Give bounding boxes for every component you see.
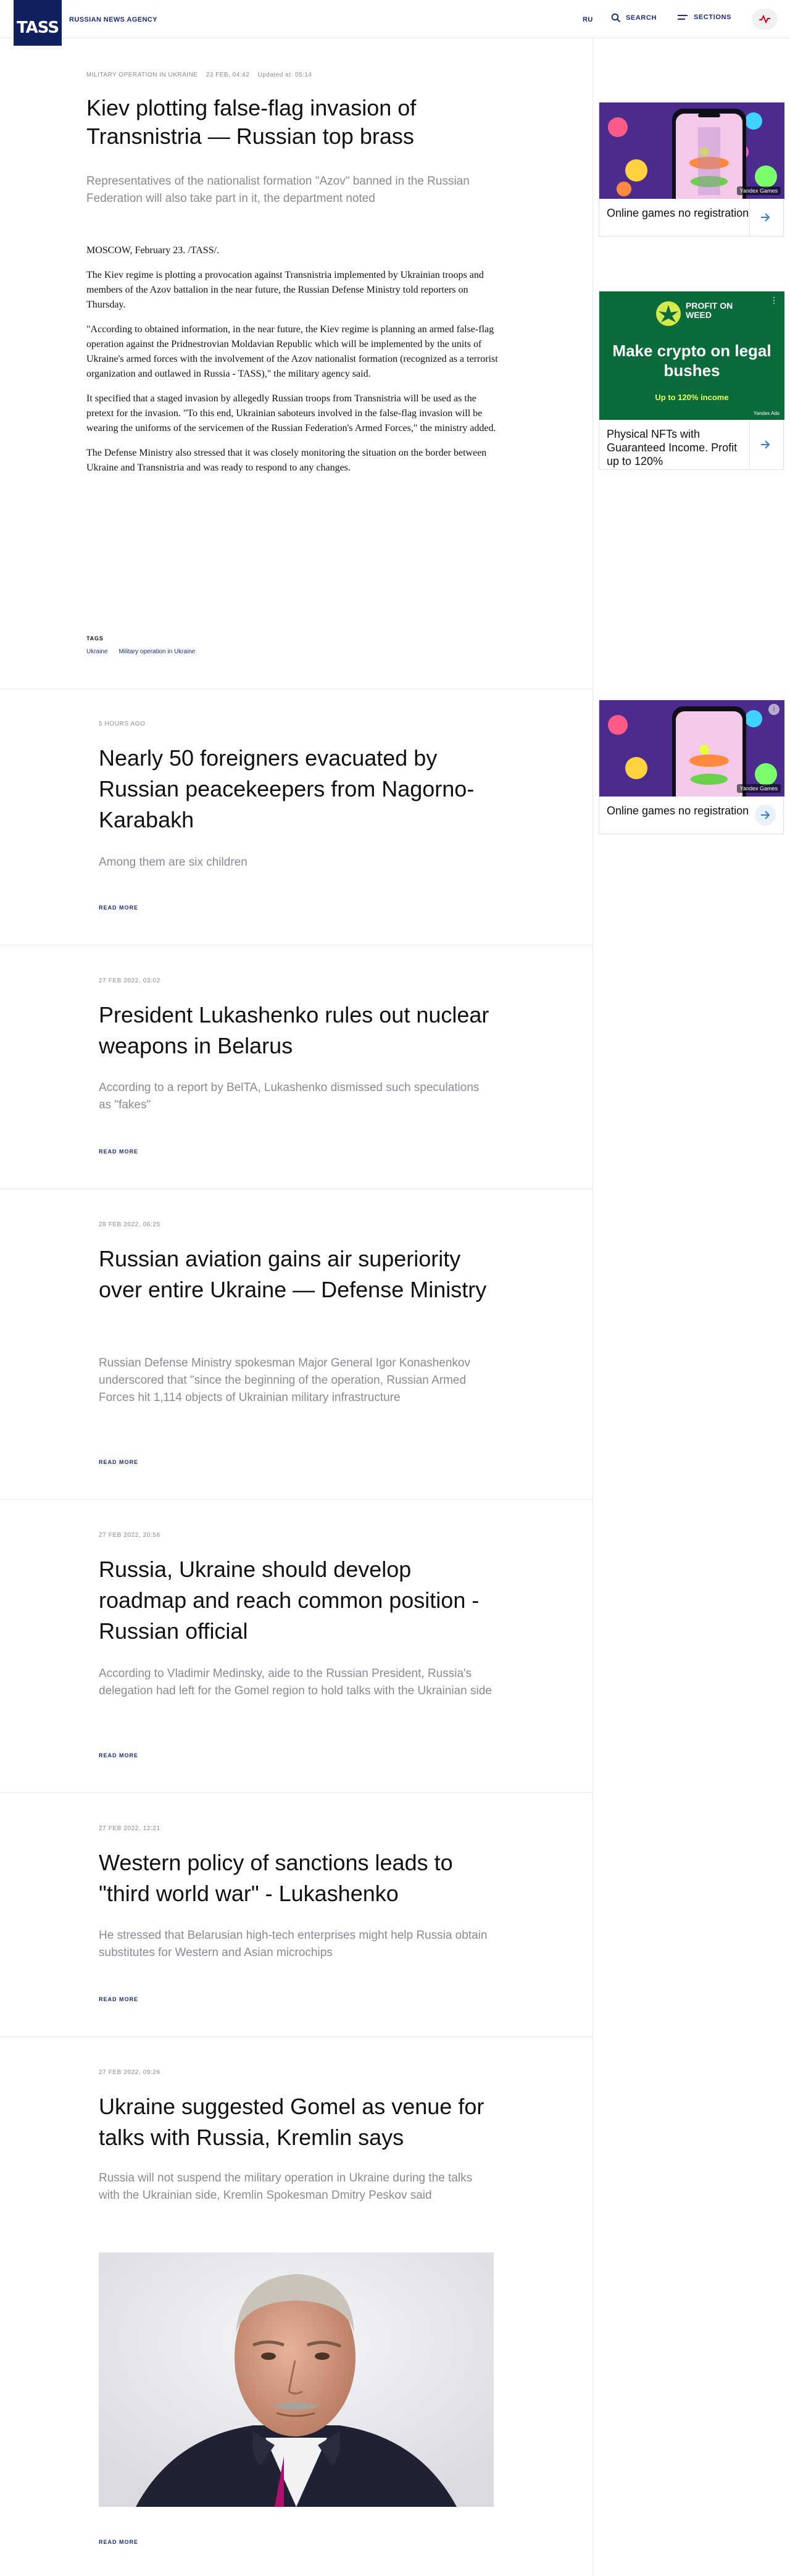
article-paragraph: The Defense Ministry also stressed that … xyxy=(86,448,487,473)
news-photo[interactable] xyxy=(99,2252,494,2507)
column-divider xyxy=(592,38,593,2576)
ad-image: PROFIT ON WEED Make crypto on legal bush… xyxy=(599,291,784,420)
info-icon[interactable]: i xyxy=(768,704,780,715)
ad-title-area: Online games no registration xyxy=(599,797,783,834)
news-title[interactable]: President Lukashenko rules out nuclear w… xyxy=(99,1000,494,1061)
article-updated: Updated at: 05:14 xyxy=(257,72,312,78)
ad-separator xyxy=(749,420,750,469)
news-lead: According to Vladimir Medinsky, aide to … xyxy=(99,1667,492,1697)
ad-badge: Yandex Ads xyxy=(753,411,780,416)
news-lead: Russian Defense Ministry spokesman Major… xyxy=(99,1357,470,1404)
ad-image: Yandex Games xyxy=(599,102,784,199)
read-more-link[interactable]: READ MORE xyxy=(99,1459,138,1465)
news-date: 27 FEB 2022, 20:56 xyxy=(99,1532,160,1539)
news-date: 27 FEB 2022, 12:21 xyxy=(99,1825,160,1832)
article-category[interactable]: MILITARY OPERATION IN UKRAINE xyxy=(86,72,198,78)
sections-label: SECTIONS xyxy=(694,14,732,21)
news-title[interactable]: Nearly 50 foreigners evacuated by Russia… xyxy=(99,743,494,835)
section-divider xyxy=(0,1792,592,1793)
ad-title: Physical NFTs with Guaranteed Income. Pr… xyxy=(607,428,738,467)
ad-badge: Yandex Games xyxy=(736,186,781,195)
article-date: 23 FEB, 04:42 xyxy=(206,72,250,78)
ad-card[interactable]: PROFIT ON WEED Make crypto on legal bush… xyxy=(599,291,784,470)
read-more-link[interactable]: READ MORE xyxy=(99,1996,138,2002)
news-title[interactable]: Russian aviation gains air superiority o… xyxy=(99,1244,494,1305)
language-switch[interactable]: RU xyxy=(583,16,593,23)
agency-name: RUSSIAN NEWS AGENCY xyxy=(69,16,157,23)
section-divider xyxy=(0,2036,592,2037)
tag-link[interactable]: Military operation in Ukraine xyxy=(118,648,195,655)
article-paragraph: It specified that a staged invasion by a… xyxy=(86,393,496,433)
more-options-icon[interactable]: ⋮ xyxy=(770,295,778,306)
site-header: TASS RUSSIAN NEWS AGENCY RU SEARCH SECTI… xyxy=(0,0,790,46)
ad-card[interactable]: i Yandex Games Online games no registrat… xyxy=(599,700,784,834)
read-more-link[interactable]: READ MORE xyxy=(99,1752,138,1758)
ad-title: Online games no registration xyxy=(607,805,749,817)
news-lead: Russia will not suspend the military ope… xyxy=(99,2172,473,2202)
article-meta: MILITARY OPERATION IN UKRAINE 23 FEB, 04… xyxy=(86,72,312,78)
ad-go-button[interactable] xyxy=(755,805,776,826)
arrow-right-icon xyxy=(761,440,770,449)
live-feed-button[interactable] xyxy=(752,9,778,30)
read-more-link[interactable]: READ MORE xyxy=(99,2539,138,2545)
tags-list: Ukraine Military operation in Ukraine xyxy=(86,648,195,655)
ad-title: Online games no registration xyxy=(607,207,749,219)
ad-brand: PROFIT ON WEED xyxy=(686,301,733,320)
article-paragraph: "According to obtained information, in t… xyxy=(86,324,498,379)
ad-card[interactable]: Yandex Games Online games no registratio… xyxy=(599,102,784,236)
game-ad-graphic xyxy=(599,700,784,797)
news-lead: Among them are six children xyxy=(99,856,247,869)
ad-title-area: Online games no registration xyxy=(599,199,783,236)
news-date: 28 FEB 2022, 06:25 xyxy=(99,1221,160,1228)
ad-go-button[interactable] xyxy=(755,207,776,228)
arrow-right-icon xyxy=(761,811,770,819)
article-paragraph: The Kiev regime is plotting a provocatio… xyxy=(86,270,484,310)
ad-go-button[interactable] xyxy=(755,434,776,455)
ad-title-area: Physical NFTs with Guaranteed Income. Pr… xyxy=(599,420,783,469)
game-ad-graphic xyxy=(599,102,784,199)
article-lead: Representatives of the nationalist forma… xyxy=(86,175,470,205)
portrait-image xyxy=(99,2252,494,2507)
ad-separator xyxy=(749,199,750,236)
news-date: 27 FEB 2022, 03:02 xyxy=(99,977,160,984)
search-button[interactable]: SEARCH xyxy=(611,13,657,23)
article-body: MOSCOW, February 23. /TASS/. The Kiev re… xyxy=(86,243,506,485)
article-title: Kiev plotting false-flag invasion of Tra… xyxy=(86,95,417,149)
read-more-link[interactable]: READ MORE xyxy=(99,1148,138,1155)
section-divider xyxy=(0,1499,592,1500)
arrow-right-icon xyxy=(761,213,770,222)
section-divider xyxy=(0,688,592,689)
news-lead: According to a report by BelTA, Lukashen… xyxy=(99,1081,480,1111)
menu-icon xyxy=(678,15,688,20)
article-paragraph: MOSCOW, February 23. /TASS/. xyxy=(86,245,220,256)
tag-link[interactable]: Ukraine xyxy=(86,648,107,655)
tags-label: TAGS xyxy=(86,635,104,642)
search-icon xyxy=(611,13,621,23)
news-title[interactable]: Western policy of sanctions leads to "th… xyxy=(99,1847,494,1909)
ad-badge: Yandex Games xyxy=(736,784,781,793)
news-lead: He stressed that Belarusian high-tech en… xyxy=(99,1929,488,1959)
pulse-icon xyxy=(759,15,770,23)
tass-logo[interactable]: TASS xyxy=(14,0,62,46)
search-label: SEARCH xyxy=(626,14,657,22)
ad-headline: Make crypto on legal bushes xyxy=(612,341,771,380)
news-date: 5 HOURS AGO xyxy=(99,721,146,727)
ad-subline: Up to 120% income xyxy=(655,393,729,402)
news-date: 27 FEB 2022, 09:26 xyxy=(99,2069,160,2076)
news-title[interactable]: Ukraine suggested Gomel as venue for tal… xyxy=(99,2091,494,2153)
ad-image: i Yandex Games xyxy=(599,700,784,797)
sections-button[interactable]: SECTIONS xyxy=(678,13,731,22)
read-more-link[interactable]: READ MORE xyxy=(99,905,138,911)
news-title[interactable]: Russia, Ukraine should develop roadmap a… xyxy=(99,1554,494,1647)
